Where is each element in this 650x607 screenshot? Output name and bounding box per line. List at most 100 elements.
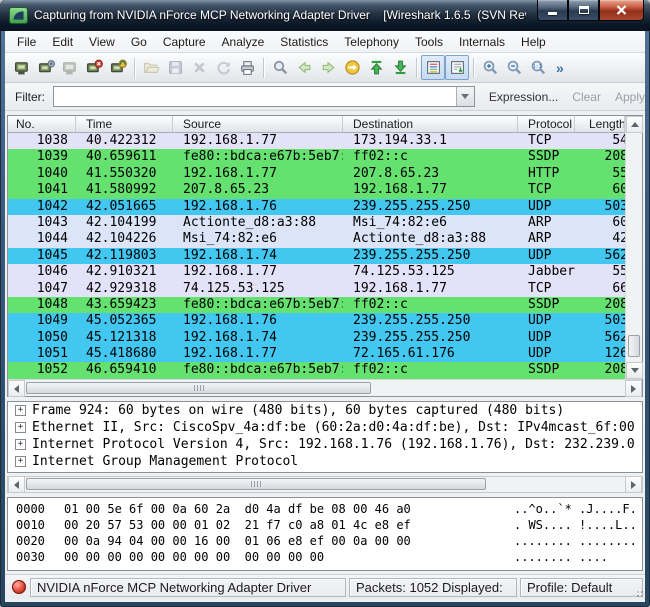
menu-file[interactable]: File [9,31,44,53]
packet-row-1050[interactable]: 1050 45.121318 192.168.1.74 239.255.255.250… [8,329,625,347]
title-bar[interactable]: Capturing from NVIDIA nForce MCP Network… [0,0,650,31]
menu-analyze[interactable]: Analyze [214,31,273,53]
scroll-down-button[interactable] [626,362,643,379]
details-scrollbar-thumb[interactable] [26,478,486,490]
menu-telephony[interactable]: Telephony [336,31,407,53]
print-button[interactable] [235,55,259,80]
filter-input[interactable] [54,87,474,106]
apply-button[interactable]: Apply [615,90,645,104]
cell-no: 1042 [36,198,68,214]
expander-plus-icon[interactable]: + [15,422,26,433]
hex-line[interactable]: 0010 00 20 57 53 00 00 01 02 21 f7 c0 a8 … [8,518,642,534]
expander-plus-icon[interactable]: + [15,456,26,467]
menu-statistics[interactable]: Statistics [272,31,336,53]
open-file-button[interactable] [139,55,163,80]
close-button[interactable] [599,0,644,21]
menu-help[interactable]: Help [513,31,554,53]
back-button[interactable] [292,55,316,80]
expander-plus-icon[interactable]: + [15,439,26,450]
zoom-100-button[interactable]: 1:1 [526,55,550,80]
capture-stop-button[interactable] [82,55,106,80]
goto-packet-button[interactable] [340,55,364,80]
clear-button[interactable]: Clear [572,90,601,104]
toolbar-separator [416,57,417,78]
detail-line[interactable]: + Ethernet II, Src: CiscoSpv_4a:df:be (60… [8,419,642,436]
hex-line[interactable]: 0000 01 00 5e 6f 00 0a 60 2a d0 4a df be … [8,502,642,518]
hex-line[interactable]: 0020 00 0a 94 04 00 00 16 00 01 06 e8 ef … [8,534,642,550]
packet-row-1042[interactable]: 1042 42.051665 192.168.1.76 239.255.255.250… [8,198,625,215]
zoom-out-icon [507,60,521,75]
cell-time: 41.580992 [86,182,157,198]
packet-list-hscrollbar[interactable] [8,379,642,397]
hex-line[interactable]: 0030 00 00 00 00 00 00 00 00 00 00 00 00.… [8,550,642,566]
print-icon [240,61,254,75]
packet-row-1048[interactable]: 1048 43.659423 fe80::bdca:e67b:5eb7:e8 ff02… [8,296,625,314]
cell-protocol: TCP [528,280,552,296]
packet-row-1051[interactable]: 1051 45.418680 192.168.1.77 72.165.61.176 UD… [8,346,625,363]
capture-restart-button[interactable] [106,55,130,80]
column-header-time[interactable]: Time [76,116,173,132]
vscrollbar-thumb[interactable] [628,335,640,357]
colorize-button[interactable] [421,55,445,80]
packet-row-1049[interactable]: 1049 45.052365 192.168.1.76 239.255.255.250… [8,313,625,330]
packet-list-vscrollbar[interactable] [625,116,643,379]
menu-view[interactable]: View [81,31,123,53]
packet-row-1040[interactable]: 1040 41.550320 192.168.1.77 207.8.65.23 HTTP… [8,165,625,183]
detail-line[interactable]: + Frame 924: 60 bytes on wire (480 bits),… [8,402,642,419]
packet-row-1047[interactable]: 1047 42.929318 74.125.53.125 192.168.1.77 TC… [8,280,625,297]
packet-row-1044[interactable]: 1044 42.104226 Msi_74:82:e6 Actionte_d8:a3:… [8,231,625,248]
capture-options-button[interactable] [34,55,58,80]
packet-row-1046[interactable]: 1046 42.910321 192.168.1.77 74.125.53.125 Ja… [8,264,625,281]
maximize-button[interactable] [568,0,599,21]
packet-row-1045[interactable]: 1045 42.119803 192.168.1.74 239.255.255.250… [8,247,625,265]
packet-details-pane: + Frame 924: 60 bytes on wire (480 bits),… [7,401,643,473]
menu-edit[interactable]: Edit [44,31,81,53]
scroll-up-button[interactable] [626,116,643,133]
menu-capture[interactable]: Capture [155,31,214,53]
zoom-out-button[interactable] [502,55,526,80]
column-header-no[interactable]: No. [8,116,76,132]
capture-start-button[interactable] [58,55,82,80]
scroll-right-button[interactable] [625,380,642,397]
goto-bottom-button[interactable] [388,55,412,80]
list-interfaces-button[interactable] [10,55,34,80]
minimize-icon [548,12,557,15]
scroll-left-button[interactable] [8,380,25,397]
scroll-left-button[interactable] [8,476,25,493]
packet-row-1052[interactable]: 1052 46.659410 fe80::bdca:e67b:5eb7:e8 ff02… [8,362,625,379]
save-file-button[interactable] [163,55,187,80]
column-header-length[interactable]: Length [575,116,625,132]
minimize-button[interactable] [537,0,568,21]
details-hscrollbar[interactable] [7,476,643,493]
menu-tools[interactable]: Tools [407,31,451,53]
column-header-destination[interactable]: Destination [343,116,518,132]
filter-dropdown-button[interactable] [455,87,474,106]
expression-button[interactable]: Expression... [489,90,558,104]
toolbar-overflow-chevron[interactable]: » [556,60,564,76]
zoom-in-button[interactable] [478,55,502,80]
goto-top-button[interactable] [364,55,388,80]
menu-internals[interactable]: Internals [451,31,513,53]
detail-line[interactable]: + Internet Group Management Protocol [8,453,642,470]
reload-button[interactable] [211,55,235,80]
cell-length: 503 [604,313,625,329]
cell-length: 208 [604,149,625,165]
column-header-source[interactable]: Source [173,116,343,132]
menu-go[interactable]: Go [123,31,155,53]
packet-row-1043[interactable]: 1043 42.104199 Actionte_d8:a3:88 Msi_74:82:… [8,214,625,232]
scroll-right-button[interactable] [625,476,642,493]
detail-line[interactable]: + Internet Protocol Version 4, Src: 192.1… [8,436,642,453]
forward-button[interactable] [316,55,340,80]
resize-grip[interactable] [633,587,643,597]
list-interfaces-icon [14,62,28,75]
expander-plus-icon[interactable]: + [15,405,26,416]
expert-info-button[interactable] [12,580,26,594]
packet-row-1038[interactable]: 1038 40.422312 192.168.1.77 173.194.33.1 TCP… [8,133,625,150]
close-file-button[interactable] [187,55,211,80]
find-button[interactable] [268,55,292,80]
packet-row-1039[interactable]: 1039 40.659611 fe80::bdca:e67b:5eb7:e8 ff02… [8,149,625,166]
column-header-protocol[interactable]: Protocol [518,116,575,132]
hscrollbar-thumb[interactable] [26,382,371,394]
auto-scroll-button[interactable] [445,55,469,80]
packet-row-1041[interactable]: 1041 41.580992 207.8.65.23 192.168.1.77 TCP 6… [8,182,625,199]
